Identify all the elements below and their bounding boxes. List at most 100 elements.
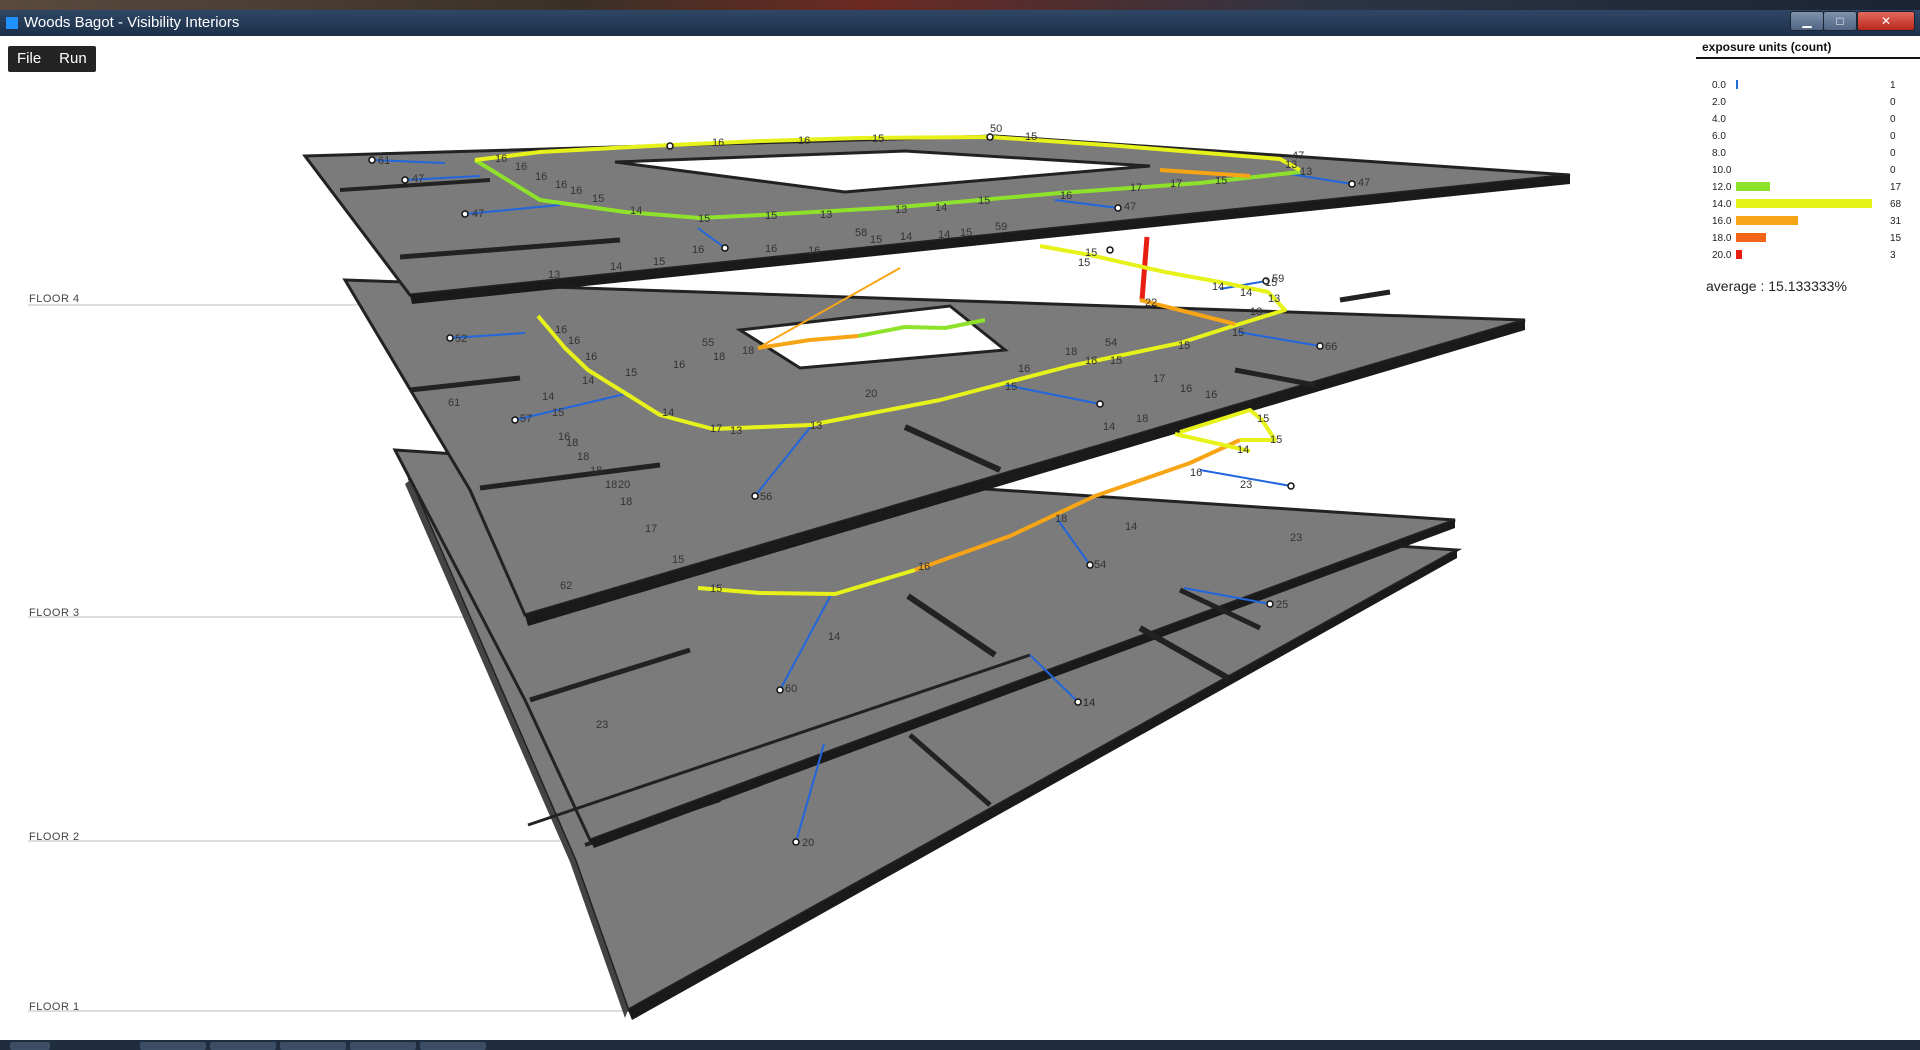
- maximize-button[interactable]: □: [1823, 11, 1857, 31]
- svg-text:16: 16: [692, 244, 704, 256]
- svg-text:15: 15: [960, 227, 972, 239]
- svg-text:18: 18: [620, 496, 632, 508]
- legend-bar: [1736, 216, 1798, 225]
- taskbar-app[interactable]: [420, 1042, 486, 1050]
- svg-text:15: 15: [625, 367, 637, 379]
- svg-text:15: 15: [653, 256, 665, 268]
- svg-text:18: 18: [1085, 355, 1097, 367]
- svg-text:25: 25: [1276, 599, 1288, 611]
- svg-text:15: 15: [1178, 340, 1190, 352]
- floor-label-4: FLOOR 4: [29, 293, 80, 305]
- svg-text:16: 16: [918, 561, 930, 573]
- svg-text:14: 14: [542, 391, 554, 403]
- legend-count: 15: [1890, 233, 1902, 244]
- svg-text:16: 16: [535, 171, 547, 183]
- legend-row: 2.0 0: [1696, 95, 1920, 110]
- svg-text:55: 55: [702, 337, 714, 349]
- svg-text:47: 47: [1358, 177, 1370, 189]
- legend-count: 31: [1890, 216, 1902, 227]
- svg-text:61: 61: [448, 397, 460, 409]
- svg-text:15: 15: [698, 213, 710, 225]
- os-taskbar: [0, 1040, 1920, 1050]
- legend-row: 8.0 0: [1696, 146, 1920, 161]
- legend-count: 0: [1890, 97, 1896, 108]
- svg-text:16: 16: [495, 153, 507, 165]
- legend-count: 0: [1890, 114, 1896, 125]
- svg-text:16: 16: [555, 324, 567, 336]
- svg-text:15: 15: [870, 234, 882, 246]
- svg-text:23: 23: [1240, 479, 1252, 491]
- svg-text:15: 15: [1232, 327, 1244, 339]
- svg-text:14: 14: [1083, 697, 1095, 709]
- legend-row: 4.0 0: [1696, 112, 1920, 127]
- svg-text:18: 18: [742, 345, 754, 357]
- app-icon: [6, 17, 18, 29]
- exposure-legend: exposure units (count) 0.0 1 2.0 0 4.0 0 6.0 0 8…: [1696, 36, 1920, 296]
- legend-row: 10.0 0: [1696, 163, 1920, 178]
- svg-text:14: 14: [938, 229, 950, 241]
- window-titlebar[interactable]: Woods Bagot - Visibility Interiors ▁ □ ✕: [0, 10, 1920, 36]
- svg-text:16: 16: [1190, 467, 1202, 479]
- svg-text:23: 23: [596, 719, 608, 731]
- legend-divider: [1696, 57, 1920, 59]
- start-button[interactable]: [10, 1042, 50, 1050]
- legend-bin-label: 6.0: [1712, 131, 1726, 142]
- taskbar-app[interactable]: [350, 1042, 416, 1050]
- svg-text:16: 16: [568, 335, 580, 347]
- svg-text:14: 14: [1125, 521, 1137, 533]
- legend-bar: [1736, 80, 1738, 89]
- svg-text:14: 14: [610, 261, 622, 273]
- svg-text:14: 14: [935, 202, 947, 214]
- 3d-floor-viewport[interactable]: FLOOR 4 FLOOR 3 FLOOR 2 FLOOR 1 61 47 47…: [0, 36, 1920, 1040]
- svg-text:47: 47: [412, 173, 424, 185]
- legend-count: 0: [1890, 165, 1896, 176]
- minimize-button[interactable]: ▁: [1790, 11, 1824, 31]
- svg-text:14: 14: [828, 631, 840, 643]
- legend-row: 18.0 15: [1696, 231, 1920, 246]
- svg-text:15: 15: [710, 583, 722, 595]
- svg-text:15: 15: [1110, 355, 1122, 367]
- legend-row: 12.0 17: [1696, 180, 1920, 195]
- svg-text:15: 15: [1078, 257, 1090, 269]
- legend-bar: [1736, 233, 1766, 242]
- svg-text:16: 16: [673, 359, 685, 371]
- legend-count: 17: [1890, 182, 1902, 193]
- svg-text:15: 15: [672, 554, 684, 566]
- svg-text:14: 14: [582, 375, 594, 387]
- taskbar-app[interactable]: [210, 1042, 276, 1050]
- svg-text:50: 50: [990, 123, 1002, 135]
- svg-text:20: 20: [802, 837, 814, 849]
- legend-bin-label: 4.0: [1712, 114, 1726, 125]
- window-title: Woods Bagot - Visibility Interiors: [24, 14, 240, 31]
- legend-count: 68: [1890, 199, 1902, 210]
- svg-text:16: 16: [808, 245, 820, 257]
- svg-text:15: 15: [1257, 413, 1269, 425]
- svg-text:16: 16: [712, 137, 724, 149]
- svg-text:18: 18: [1065, 346, 1077, 358]
- svg-text:54: 54: [1105, 337, 1117, 349]
- svg-text:23: 23: [1290, 532, 1302, 544]
- svg-text:18: 18: [1136, 413, 1148, 425]
- svg-text:47: 47: [1124, 201, 1136, 213]
- svg-text:60: 60: [785, 683, 797, 695]
- svg-text:47: 47: [1292, 150, 1304, 162]
- svg-text:18: 18: [566, 437, 578, 449]
- taskbar-app[interactable]: [280, 1042, 346, 1050]
- legend-bin-label: 18.0: [1712, 233, 1732, 244]
- legend-bin-label: 8.0: [1712, 148, 1726, 159]
- svg-text:17: 17: [1153, 373, 1165, 385]
- svg-text:56: 56: [760, 491, 772, 503]
- svg-text:16: 16: [1018, 363, 1030, 375]
- legend-row: 0.0 1: [1696, 78, 1920, 93]
- taskbar-app[interactable]: [140, 1042, 206, 1050]
- svg-text:13: 13: [548, 269, 560, 281]
- legend-bin-label: 12.0: [1712, 182, 1732, 193]
- svg-text:13: 13: [1268, 293, 1280, 305]
- svg-text:15: 15: [1270, 434, 1282, 446]
- legend-bin-label: 10.0: [1712, 165, 1732, 176]
- svg-text:54: 54: [1094, 559, 1106, 571]
- svg-text:13: 13: [1300, 166, 1312, 178]
- close-button[interactable]: ✕: [1857, 11, 1915, 31]
- svg-text:15: 15: [978, 195, 990, 207]
- svg-text:14: 14: [1240, 287, 1252, 299]
